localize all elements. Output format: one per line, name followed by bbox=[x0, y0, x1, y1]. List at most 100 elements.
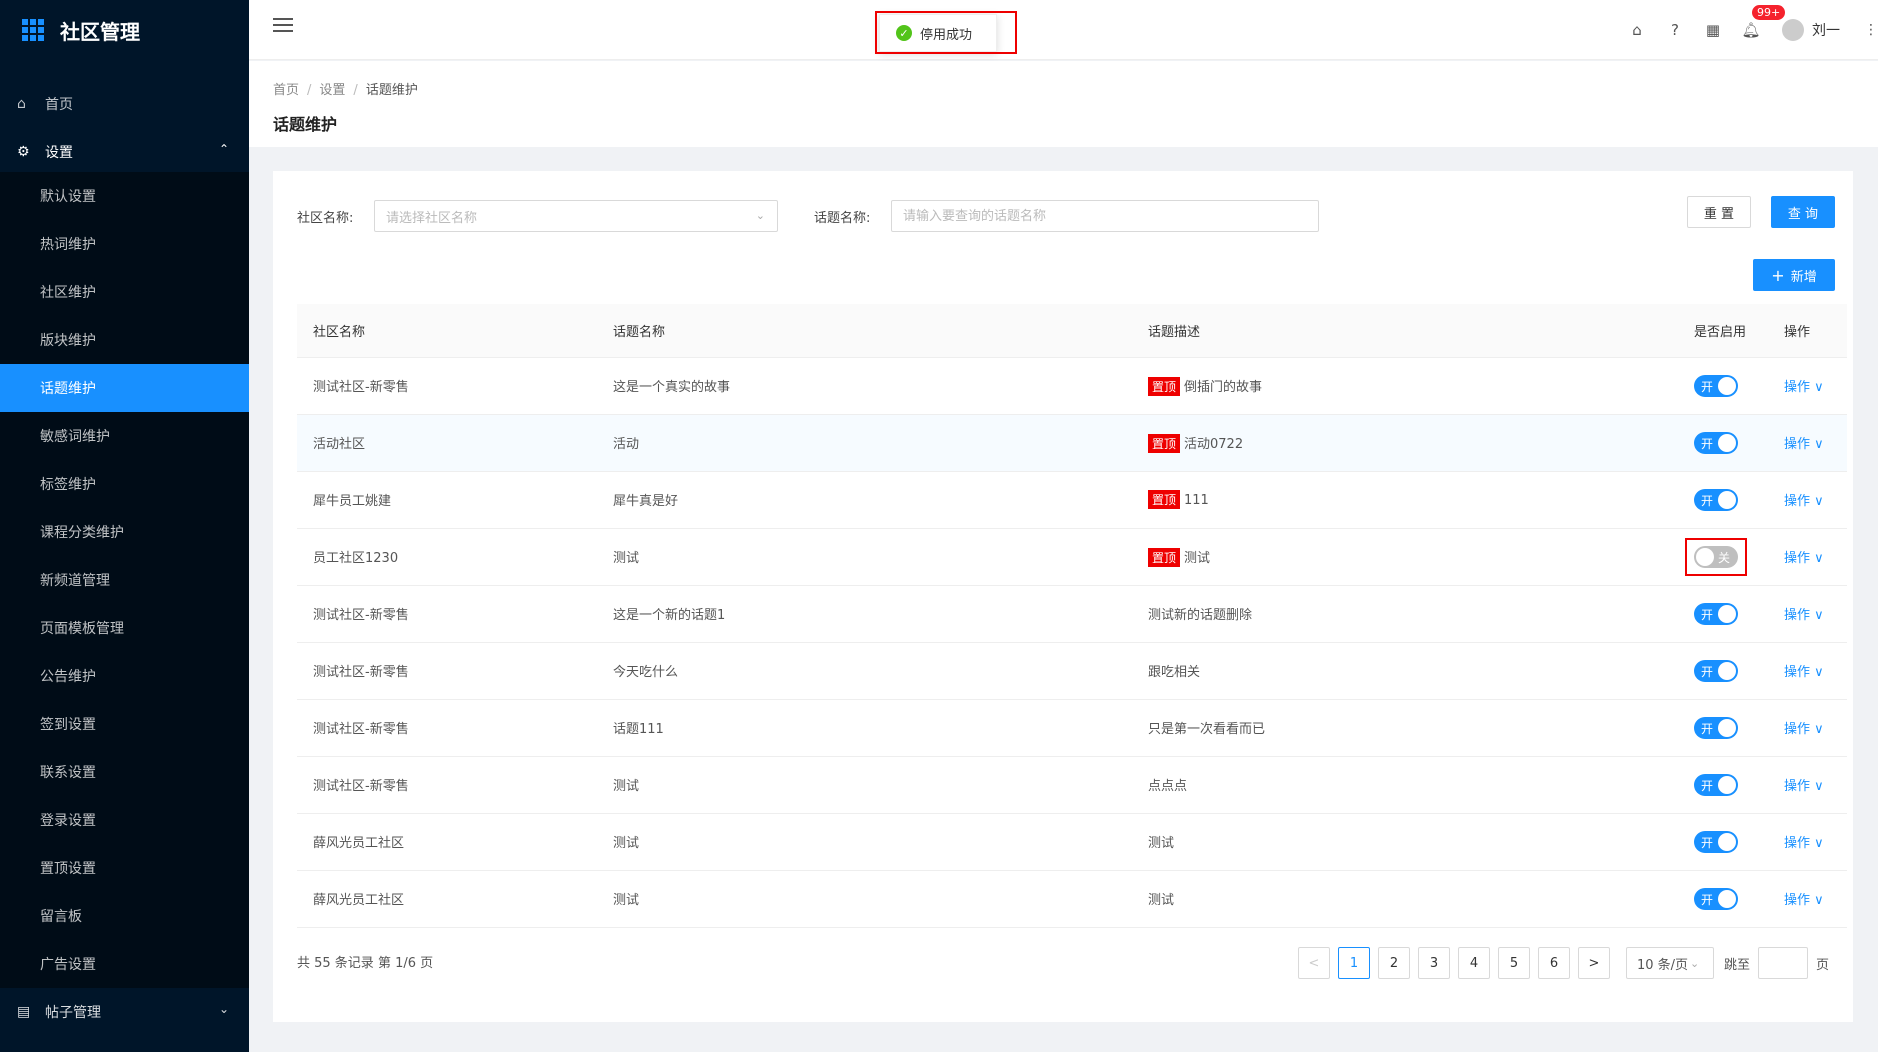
breadcrumb-home[interactable]: 首页 bbox=[273, 83, 299, 98]
row-actions-dropdown[interactable]: 操作 ∨ bbox=[1784, 665, 1824, 680]
home-icon: ⌂ bbox=[17, 96, 26, 112]
jump-page-input[interactable] bbox=[1757, 947, 1808, 979]
next-page-button[interactable]: > bbox=[1577, 947, 1610, 979]
enabled-toggle[interactable]: 开 bbox=[1694, 773, 1738, 796]
sidebar-group-settings[interactable]: ⚙ 设置 ⌃ bbox=[0, 128, 249, 176]
page-size-select[interactable]: 10 条/页 ⌄ bbox=[1625, 947, 1714, 979]
sidebar-group-label: 设置 bbox=[45, 145, 73, 161]
cell-topic: 测试 bbox=[597, 756, 1132, 814]
toggle-on-text: 开 bbox=[1701, 892, 1714, 907]
chevron-down-icon: ⌄ bbox=[1690, 956, 1700, 970]
sidebar-item-label: 首页 bbox=[45, 97, 73, 113]
jump-label: 跳至 bbox=[1723, 957, 1750, 973]
sidebar-item-11[interactable]: 签到设置 bbox=[0, 700, 249, 748]
sidebar-item-10[interactable]: 公告维护 bbox=[0, 652, 249, 700]
community-select-placeholder: 请选择社区名称 bbox=[386, 210, 478, 226]
search-button[interactable]: 查 询 bbox=[1771, 196, 1835, 228]
enabled-toggle[interactable]: 开 bbox=[1694, 659, 1738, 682]
breadcrumb-current: 话题维护 bbox=[365, 83, 418, 98]
sidebar-item-2[interactable]: 社区维护 bbox=[0, 268, 249, 316]
page-button-5[interactable]: 5 bbox=[1497, 947, 1530, 979]
cell-enabled: 开 bbox=[1678, 699, 1768, 757]
table-row: 测试社区-新零售 这是一个新的话题1 测试新的话题删除 开 操作 ∨ bbox=[297, 585, 1847, 643]
menu-collapse-icon[interactable] bbox=[273, 18, 293, 38]
sidebar-item-0[interactable]: 默认设置 bbox=[0, 172, 249, 220]
enabled-toggle[interactable]: 开 bbox=[1694, 488, 1738, 511]
sidebar-item-9[interactable]: 页面模板管理 bbox=[0, 604, 249, 652]
page-button-4[interactable]: 4 bbox=[1457, 947, 1490, 979]
page-button-3[interactable]: 3 bbox=[1417, 947, 1450, 979]
sidebar-item-3[interactable]: 版块维护 bbox=[0, 316, 249, 364]
col-header-community: 社区名称 bbox=[297, 304, 597, 358]
description-text: 点点点 bbox=[1148, 779, 1188, 794]
row-actions-dropdown[interactable]: 操作 ∨ bbox=[1784, 893, 1824, 908]
page-button-1[interactable]: 1 bbox=[1337, 947, 1370, 979]
row-actions-dropdown[interactable]: 操作 ∨ bbox=[1784, 779, 1824, 794]
sidebar-item-12[interactable]: 联系设置 bbox=[0, 748, 249, 796]
sidebar-item-7[interactable]: 课程分类维护 bbox=[0, 508, 249, 556]
page-button-2[interactable]: 2 bbox=[1377, 947, 1410, 979]
sidebar-item-16[interactable]: 广告设置 bbox=[0, 940, 249, 988]
cell-description: 测试 bbox=[1132, 813, 1678, 871]
cell-enabled: 开 bbox=[1678, 756, 1768, 814]
add-topic-button[interactable]: + 新增 bbox=[1753, 259, 1835, 291]
breadcrumb-settings[interactable]: 设置 bbox=[319, 83, 345, 98]
toggle-on-text: 开 bbox=[1701, 607, 1714, 622]
enabled-toggle[interactable]: 开 bbox=[1694, 374, 1738, 397]
row-actions-dropdown[interactable]: 操作 ∨ bbox=[1784, 380, 1824, 395]
enabled-toggle[interactable]: 开 bbox=[1694, 830, 1738, 853]
row-actions-dropdown[interactable]: 操作 ∨ bbox=[1784, 494, 1824, 509]
cell-topic: 测试 bbox=[597, 870, 1132, 928]
page-button-6[interactable]: 6 bbox=[1537, 947, 1570, 979]
pinned-badge: 置顶 bbox=[1148, 547, 1181, 567]
cell-actions: 操作 ∨ bbox=[1768, 585, 1847, 643]
reset-button[interactable]: 重 置 bbox=[1687, 196, 1751, 228]
cell-community: 犀牛员工姚建 bbox=[297, 471, 597, 529]
topic-search-input[interactable] bbox=[891, 200, 1319, 232]
enabled-toggle[interactable]: 关 bbox=[1694, 545, 1738, 568]
sidebar-item-1[interactable]: 热词维护 bbox=[0, 220, 249, 268]
table-row: 薛风光员工社区 测试 测试开操作 ∨ bbox=[297, 813, 1847, 871]
bell-icon[interactable]: 🔔︎ 99+ bbox=[1732, 5, 1786, 39]
description-text: 倒插门的故事 bbox=[1184, 379, 1263, 395]
cell-enabled: 开 bbox=[1678, 414, 1768, 472]
cell-actions: 操作 ∨ bbox=[1768, 870, 1847, 928]
grid-icon[interactable]: ▦ bbox=[1694, 21, 1732, 39]
sidebar-item-5[interactable]: 敏感词维护 bbox=[0, 412, 249, 460]
help-icon[interactable]: ? bbox=[1656, 21, 1694, 39]
toggle-highlight-box: 关 bbox=[1685, 537, 1747, 576]
prev-page-button[interactable]: < bbox=[1297, 947, 1330, 979]
enabled-toggle[interactable]: 开 bbox=[1694, 716, 1738, 739]
home-icon[interactable]: ⌂ bbox=[1618, 21, 1656, 39]
settings-submenu: 默认设置 热词维护 社区维护 版块维护 话题维护 敏感词维护 标签维护 课程分类维护 新频道管理… bbox=[0, 172, 249, 988]
username[interactable]: 刘一 bbox=[1812, 20, 1840, 40]
enabled-toggle[interactable]: 开 bbox=[1694, 431, 1738, 454]
community-select[interactable]: 请选择社区名称 ⌄ bbox=[374, 200, 778, 232]
row-actions-dropdown[interactable]: 操作 ∨ bbox=[1784, 551, 1824, 566]
row-actions-dropdown[interactable]: 操作 ∨ bbox=[1784, 836, 1824, 851]
avatar[interactable] bbox=[1782, 19, 1804, 41]
enabled-toggle[interactable]: 开 bbox=[1694, 887, 1738, 910]
plus-icon: + bbox=[1771, 265, 1785, 285]
table-row: 测试社区-新零售 今天吃什么 跟吃相关 开 操作 ∨ bbox=[297, 642, 1847, 700]
enabled-toggle[interactable]: 开 bbox=[1694, 602, 1738, 625]
row-actions-dropdown[interactable]: 操作 ∨ bbox=[1784, 722, 1824, 737]
table-row: 测试社区-新零售 这是一个真实的故事 置顶 倒插门的故事 开 操作 ∨ bbox=[297, 357, 1847, 415]
sidebar-item-13[interactable]: 登录设置 bbox=[0, 796, 249, 844]
sidebar-item-15[interactable]: 留言板 bbox=[0, 892, 249, 940]
sidebar-group-posts[interactable]: ▤ 帖子管理 ⌄ bbox=[0, 988, 249, 1036]
cell-topic: 今天吃什么 bbox=[597, 642, 1132, 700]
cell-community: 薛风光员工社区 bbox=[297, 813, 597, 871]
sidebar-item-14[interactable]: 置顶设置 bbox=[0, 844, 249, 892]
sidebar-item-6[interactable]: 标签维护 bbox=[0, 460, 249, 508]
sidebar-item-8[interactable]: 新频道管理 bbox=[0, 556, 249, 604]
more-icon[interactable]: ⋮ bbox=[1864, 22, 1878, 38]
row-actions-dropdown[interactable]: 操作 ∨ bbox=[1784, 608, 1824, 623]
cell-enabled: 开 bbox=[1678, 585, 1768, 643]
sidebar-item-4[interactable]: 话题维护 bbox=[0, 364, 249, 412]
description-text: 测试新的话题删除 bbox=[1148, 608, 1253, 623]
row-actions-dropdown[interactable]: 操作 ∨ bbox=[1784, 437, 1824, 452]
sidebar-item-home[interactable]: ⌂ 首页 bbox=[0, 80, 249, 128]
table-header-row: 社区名称 话题名称 话题描述 是否启用 操作 bbox=[297, 304, 1847, 358]
list-icon: ▤ bbox=[17, 1004, 31, 1020]
